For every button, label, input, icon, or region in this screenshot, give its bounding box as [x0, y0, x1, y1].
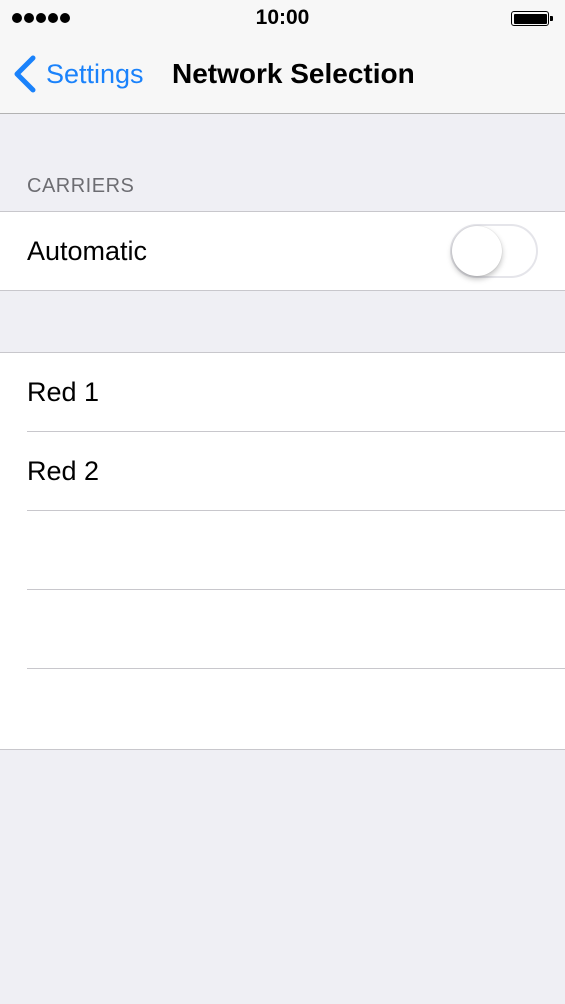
- status-bar: 10:00: [0, 0, 565, 38]
- back-button-label: Settings: [46, 58, 144, 89]
- screen: 10:00 Settings Network Selection CARRIER…: [0, 0, 565, 1004]
- network-row[interactable]: [0, 590, 565, 669]
- top-bar: 10:00 Settings Network Selection: [0, 0, 565, 114]
- network-list: Red 1 Red 2: [0, 352, 565, 750]
- network-row[interactable]: [0, 669, 565, 748]
- automatic-toggle[interactable]: [450, 224, 538, 278]
- network-label: Red 1: [27, 377, 100, 407]
- automatic-row: Automatic: [0, 212, 565, 291]
- toggle-knob: [452, 226, 502, 276]
- network-row[interactable]: [0, 511, 565, 590]
- battery-icon: [511, 11, 553, 26]
- network-row[interactable]: Red 2: [0, 432, 565, 511]
- automatic-group: Automatic: [0, 211, 565, 291]
- automatic-label: Automatic: [27, 236, 148, 266]
- status-time: 10:00: [255, 6, 310, 29]
- navigation-bar: Settings Network Selection: [0, 38, 565, 114]
- network-label: Red 2: [27, 456, 100, 486]
- section-header-carriers: CARRIERS: [27, 175, 135, 197]
- network-row[interactable]: Red 1: [0, 353, 565, 432]
- chevron-left-icon: [14, 55, 36, 93]
- page-title: Network Selection: [172, 58, 415, 89]
- back-button[interactable]: Settings: [12, 54, 144, 94]
